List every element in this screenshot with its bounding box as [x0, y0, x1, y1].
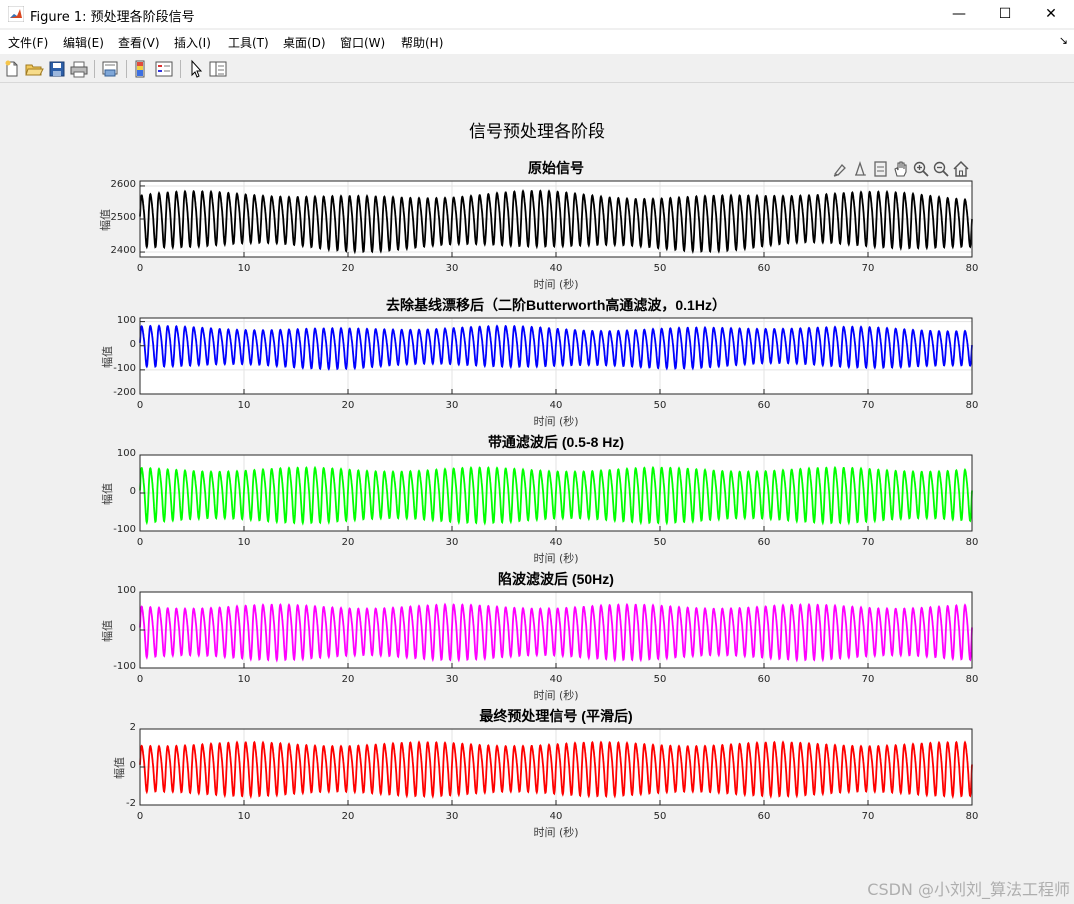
x-tick-label: 60: [757, 674, 771, 685]
x-tick-label: 10: [237, 674, 251, 685]
x-tick-label: 70: [861, 537, 875, 548]
x-tick-label: 10: [237, 263, 251, 274]
x-tick-label: 10: [237, 537, 251, 548]
x-tick-label: 40: [549, 811, 563, 822]
watermark: CSDN @小刘刘_算法工程师: [867, 880, 1070, 899]
figure-axes-canvas: [139, 180, 973, 806]
y-tick-label: 0: [129, 486, 136, 497]
x-tick-label: 70: [861, 811, 875, 822]
subplot-4[interactable]: [139, 591, 973, 669]
y-tick-label: 0: [129, 338, 136, 350]
x-tick-label: 40: [549, 400, 563, 411]
y-tick-label: 2400: [110, 245, 136, 257]
y-tick-label: 0: [129, 623, 136, 634]
x-tick-label: 20: [341, 263, 355, 274]
x-tick-label: 10: [237, 400, 251, 411]
subplot-5[interactable]: [139, 728, 973, 806]
y-tick-label: 2600: [110, 178, 136, 190]
x-tick-label: 0: [136, 674, 144, 685]
x-tick-label: 50: [653, 674, 667, 685]
x-tick-label: 50: [653, 263, 667, 274]
x-tick-label: 30: [445, 537, 459, 548]
y-tick-label: 100: [116, 448, 136, 459]
x-tick-label: 20: [341, 400, 355, 411]
x-tick-label: 20: [341, 811, 355, 822]
x-tick-label: 60: [757, 400, 771, 411]
y-tick-label: 2: [129, 722, 136, 733]
subplot-1[interactable]: [139, 180, 973, 258]
x-tick-label: 50: [653, 400, 667, 411]
y-tick-label: 2500: [110, 212, 136, 223]
x-tick-label: 20: [341, 674, 355, 685]
x-tick-label: 10: [237, 811, 251, 822]
x-tick-label: 80: [965, 674, 979, 685]
y-tick-label: 100: [116, 585, 136, 596]
y-tick-label: 100: [116, 314, 136, 326]
x-tick-label: 0: [136, 811, 144, 822]
y-tick-label: -200: [113, 387, 136, 398]
x-tick-label: 60: [757, 811, 771, 822]
x-tick-label: 40: [549, 263, 563, 274]
x-tick-label: 40: [549, 674, 563, 685]
x-tick-label: 30: [445, 400, 459, 411]
x-tick-label: 0: [136, 537, 144, 548]
x-tick-label: 80: [965, 263, 979, 274]
x-tick-label: 70: [861, 400, 875, 411]
x-tick-label: 60: [757, 537, 771, 548]
x-tick-label: 50: [653, 537, 667, 548]
x-tick-label: 30: [445, 811, 459, 822]
subplot-3[interactable]: [139, 454, 973, 532]
subplot-2[interactable]: [139, 317, 973, 395]
y-tick-label: -100: [113, 362, 136, 374]
x-tick-label: 50: [653, 811, 667, 822]
y-tick-label: -100: [113, 661, 136, 672]
x-tick-label: 80: [965, 811, 979, 822]
x-tick-label: 0: [136, 263, 144, 274]
x-tick-label: 40: [549, 537, 563, 548]
y-tick-label: 0: [129, 760, 136, 771]
x-tick-label: 70: [861, 263, 875, 274]
x-tick-label: 70: [861, 674, 875, 685]
x-tick-label: 0: [136, 400, 144, 411]
x-tick-label: 80: [965, 537, 979, 548]
x-tick-label: 30: [445, 263, 459, 274]
x-tick-label: 20: [341, 537, 355, 548]
x-tick-label: 30: [445, 674, 459, 685]
y-tick-label: -2: [126, 798, 136, 809]
x-tick-label: 60: [757, 263, 771, 274]
y-tick-label: -100: [113, 524, 136, 535]
x-tick-label: 80: [965, 400, 979, 411]
